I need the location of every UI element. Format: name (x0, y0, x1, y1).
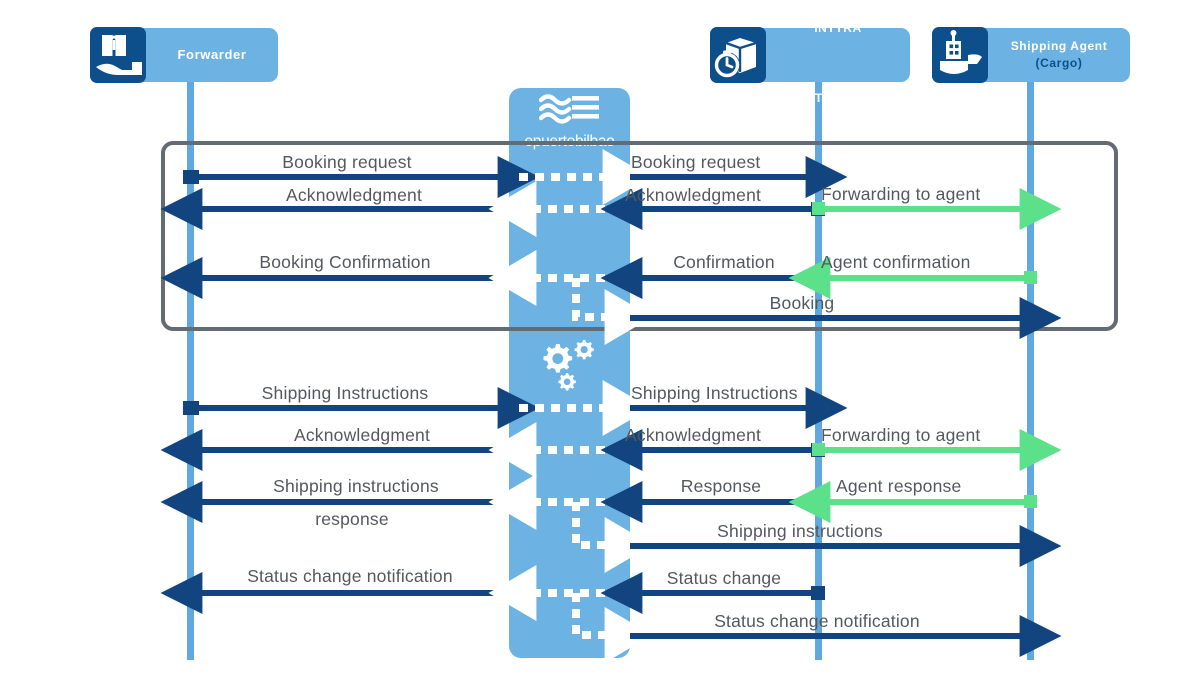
message-label-m18: Agent response (836, 476, 962, 496)
actor-inttra-name: INTTRA (814, 21, 862, 36)
message-label-m8: Agent confirmation (821, 252, 971, 272)
message-label-m15: Shipping instructions (273, 476, 439, 496)
actor-shipping-agent-label: Shipping Agent (Cargo) (977, 20, 1114, 90)
message-label-m2: Booking request (631, 152, 761, 172)
arrow-response-inttra-to-platform (600, 481, 825, 523)
message-label-m6: Booking Confirmation (259, 252, 431, 272)
actor-shipping-agent-subname: (Cargo) (1035, 56, 1083, 70)
gears-icon (543, 340, 594, 391)
actor-inttra-subname: GT NEXUS (804, 90, 872, 105)
message-label-m20: Status change notification (247, 566, 453, 586)
message-label-m21: Status change (666, 568, 782, 588)
actor-inttra-label: INTTRA GT NEXUS (771, 3, 877, 107)
sequence-diagram-canvas: epuertobilbao Forwarder INTTRA GT NEXUS … (0, 0, 1200, 700)
waves-and-lines-icon (538, 94, 599, 124)
message-label-m1: Booking request (282, 152, 412, 172)
parcel-timer-icon (710, 27, 766, 83)
message-label-m17: Response (680, 476, 762, 496)
message-label-m3: Acknowledgment (285, 185, 423, 205)
actor-shipping-agent[interactable]: Shipping Agent (Cargo) (932, 27, 1130, 83)
book-in-hand-icon (90, 27, 146, 83)
message-label-m19: Shipping instructions (717, 521, 883, 541)
actor-shipping-agent-name: Shipping Agent (1010, 38, 1108, 53)
message-label-m14: Forwarding to agent (821, 425, 981, 445)
message-label-m4: Acknowledgment (625, 185, 762, 205)
ship-in-hand-icon (932, 27, 988, 83)
message-label-m12: Acknowledgment (293, 425, 431, 445)
message-label-m7: Confirmation (673, 252, 775, 272)
message-label-m10: Shipping Instructions (261, 383, 429, 403)
message-label-m13: Acknowledgment (625, 425, 762, 445)
message-label-m5: Forwarding to agent (821, 184, 981, 204)
actor-forwarder-label: Forwarder (177, 46, 247, 62)
message-label-m9: Booking (769, 293, 835, 313)
actor-forwarder[interactable]: Forwarder (90, 27, 278, 83)
message-label-m11: Shipping Instructions (631, 383, 798, 403)
message-label-m16: response (315, 509, 389, 529)
actor-inttra[interactable]: INTTRA GT NEXUS (710, 21, 910, 105)
message-label-m22: Status change notification (714, 611, 920, 631)
